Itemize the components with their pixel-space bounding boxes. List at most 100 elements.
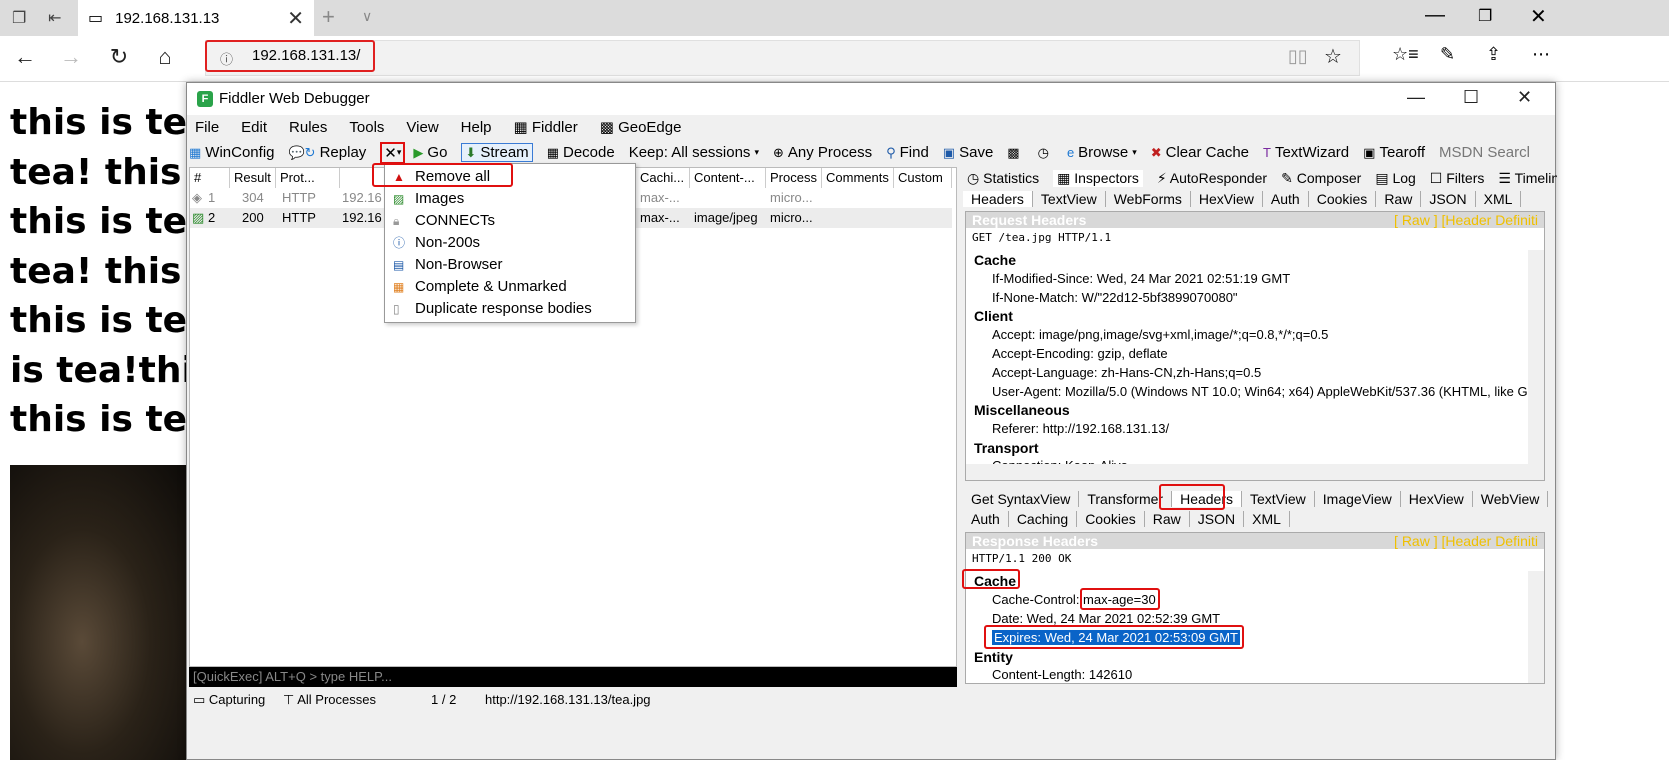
replay-button[interactable]: 💬↻ Replay bbox=[289, 144, 367, 161]
request-raw-links[interactable]: [ Raw ] [Header Definiti bbox=[1394, 212, 1538, 228]
msdn-search-input[interactable]: MSDN Searcl bbox=[1439, 144, 1530, 161]
share-icon[interactable]: ⇪ bbox=[1486, 44, 1501, 65]
minimize-icon[interactable]: — bbox=[1425, 4, 1445, 27]
req-tab-cookies[interactable]: Cookies bbox=[1309, 191, 1377, 207]
save-button[interactable]: ▣ Save bbox=[943, 144, 994, 161]
req-tab-auth[interactable]: Auth bbox=[1263, 191, 1309, 207]
quickexec-input[interactable]: [QuickExec] ALT+Q > type HELP... bbox=[189, 667, 957, 687]
menu-item-complete-unmarked[interactable]: ▦ Complete & Unmarked bbox=[385, 276, 637, 298]
menu-view[interactable]: View bbox=[406, 119, 438, 136]
col-caching[interactable]: Cachi... bbox=[636, 168, 690, 188]
col-comments[interactable]: Comments bbox=[822, 168, 894, 188]
tab-filters[interactable]: ☐ Filters bbox=[1430, 170, 1485, 187]
resp-tab-hexview[interactable]: HexView bbox=[1401, 491, 1473, 507]
response-tabs-row1: Get SyntaxView Transformer Headers TextV… bbox=[963, 489, 1557, 509]
req-tab-raw[interactable]: Raw bbox=[1376, 191, 1422, 207]
close-window-icon[interactable]: ✕ bbox=[1530, 4, 1547, 29]
reading-view-icon[interactable]: ▯▯ bbox=[1288, 46, 1308, 67]
screenshot-button[interactable]: ▩ bbox=[1007, 145, 1023, 161]
resp-tab-cookies[interactable]: Cookies bbox=[1077, 511, 1145, 527]
process-filter[interactable]: ⊤ All Processes bbox=[283, 689, 376, 711]
home-icon[interactable]: ⌂ bbox=[150, 44, 180, 70]
tearoff-button[interactable]: ▣ Tearoff bbox=[1363, 144, 1425, 161]
keep-sessions-dropdown[interactable]: Keep: All sessions ▾ bbox=[629, 144, 759, 161]
tab-statistics[interactable]: ◷ Statistics bbox=[967, 170, 1039, 187]
go-button[interactable]: ▶ Go bbox=[413, 144, 447, 161]
favorite-star-icon[interactable]: ☆ bbox=[1324, 44, 1342, 69]
req-tab-textview[interactable]: TextView bbox=[1033, 191, 1106, 207]
address-bar[interactable] bbox=[205, 40, 1360, 76]
request-scrollbar[interactable] bbox=[1528, 250, 1544, 464]
menu-rules[interactable]: Rules bbox=[289, 119, 327, 136]
set-aside-tabs-icon[interactable]: ⇤ bbox=[48, 8, 61, 28]
col-protocol[interactable]: Prot... bbox=[276, 168, 340, 188]
menu-item-duplicate-bodies[interactable]: ▯ Duplicate response bodies bbox=[385, 298, 637, 320]
resp-tab-json[interactable]: JSON bbox=[1190, 511, 1245, 527]
new-tab-icon[interactable]: + bbox=[322, 4, 335, 30]
winconfig-button[interactable]: ▦ WinConfig bbox=[189, 144, 275, 161]
req-tab-json[interactable]: JSON bbox=[1421, 191, 1476, 207]
col-num[interactable]: # bbox=[190, 168, 230, 188]
col-content-type[interactable]: Content-... bbox=[690, 168, 766, 188]
tab-timeline[interactable]: ☰ Timeline bbox=[1498, 170, 1557, 187]
menu-geoedge[interactable]: ▩ GeoEdge bbox=[600, 118, 682, 136]
more-icon[interactable]: ⋯ bbox=[1532, 44, 1550, 65]
resp-tab-textview[interactable]: TextView bbox=[1242, 491, 1315, 507]
col-process[interactable]: Process bbox=[766, 168, 822, 188]
refresh-icon[interactable]: ↻ bbox=[104, 44, 134, 70]
menu-item-images[interactable]: ▨ Images bbox=[385, 188, 637, 210]
tab-composer[interactable]: ✎ Composer bbox=[1281, 170, 1361, 187]
find-button[interactable]: ⚲ Find bbox=[886, 144, 929, 161]
req-tab-hexview[interactable]: HexView bbox=[1191, 191, 1263, 207]
clear-cache-button[interactable]: ✖ Clear Cache bbox=[1151, 144, 1249, 161]
tab-list-chevron-icon[interactable]: ∨ bbox=[362, 8, 372, 25]
tab-autoresponder[interactable]: ⚡ AutoResponder bbox=[1157, 170, 1267, 187]
tab-log[interactable]: ▤ Log bbox=[1375, 170, 1415, 187]
stream-button[interactable]: ⬇ Stream bbox=[461, 143, 533, 162]
menu-item-non-browser[interactable]: ▤ Non-Browser bbox=[385, 254, 637, 276]
any-process-button[interactable]: ⊕ Any Process bbox=[773, 144, 872, 161]
tab-manager-icon[interactable]: ❐ bbox=[12, 8, 26, 28]
resp-tab-xml[interactable]: XML bbox=[1244, 511, 1290, 527]
back-icon[interactable]: ← bbox=[10, 44, 40, 70]
close-tab-icon[interactable]: ✕ bbox=[287, 6, 304, 31]
resp-tab-raw[interactable]: Raw bbox=[1145, 511, 1190, 527]
pen-icon[interactable]: ✎ bbox=[1440, 44, 1455, 65]
resp-tab-webview[interactable]: WebView bbox=[1473, 491, 1549, 507]
textwizard-button[interactable]: T TextWizard bbox=[1263, 144, 1349, 161]
menu-item-non-200s[interactable]: ⓘ Non-200s bbox=[385, 232, 637, 254]
menu-tools[interactable]: Tools bbox=[349, 119, 384, 136]
req-tab-xml[interactable]: XML bbox=[1476, 191, 1522, 207]
fiddler-maximize-icon[interactable]: ☐ bbox=[1463, 87, 1479, 108]
restore-icon[interactable]: ❐ bbox=[1478, 6, 1492, 26]
response-scrollbar[interactable] bbox=[1528, 571, 1544, 683]
resp-tab-auth[interactable]: Auth bbox=[963, 511, 1009, 527]
menu-help[interactable]: Help bbox=[461, 119, 492, 136]
forward-icon[interactable]: → bbox=[56, 44, 86, 70]
menu-file[interactable]: File bbox=[195, 119, 219, 136]
browse-button[interactable]: e Browse ▾ bbox=[1067, 144, 1137, 161]
tab-inspectors[interactable]: ▦ Inspectors bbox=[1053, 169, 1143, 187]
request-hscrollbar[interactable] bbox=[966, 464, 1544, 480]
menu-edit[interactable]: Edit bbox=[241, 119, 267, 136]
favorites-list-icon[interactable]: ☆≡ bbox=[1392, 44, 1419, 65]
col-custom[interactable]: Custom bbox=[894, 168, 952, 188]
resp-tab-caching[interactable]: Caching bbox=[1009, 511, 1078, 527]
menu-item-label: Images bbox=[415, 190, 465, 207]
req-tab-webforms[interactable]: WebForms bbox=[1106, 191, 1191, 207]
resp-tab-syntaxview[interactable]: Get SyntaxView bbox=[963, 491, 1080, 507]
remove-sessions-button[interactable]: ✕ ▾ bbox=[380, 141, 406, 164]
response-raw-links[interactable]: [ Raw ] [Header Definiti bbox=[1394, 533, 1538, 549]
menu-fiddler[interactable]: ▦ Fiddler bbox=[514, 118, 578, 136]
fiddler-minimize-icon[interactable]: — bbox=[1407, 87, 1425, 108]
req-tab-headers[interactable]: Headers bbox=[963, 191, 1033, 207]
fiddler-close-icon[interactable]: ✕ bbox=[1517, 87, 1532, 108]
decode-button[interactable]: ▦ Decode bbox=[547, 144, 615, 161]
resp-tab-imageview[interactable]: ImageView bbox=[1315, 491, 1401, 507]
timer-button[interactable]: ◷ bbox=[1038, 145, 1053, 161]
capturing-indicator[interactable]: ▭ Capturing bbox=[193, 689, 265, 711]
camera-icon: ▩ bbox=[1007, 144, 1020, 160]
browser-tab[interactable]: ▭ 192.168.131.13 ✕ bbox=[78, 0, 314, 36]
col-result[interactable]: Result bbox=[230, 168, 276, 188]
menu-item-connects[interactable]: 🔒︎ CONNECTs bbox=[385, 210, 637, 232]
